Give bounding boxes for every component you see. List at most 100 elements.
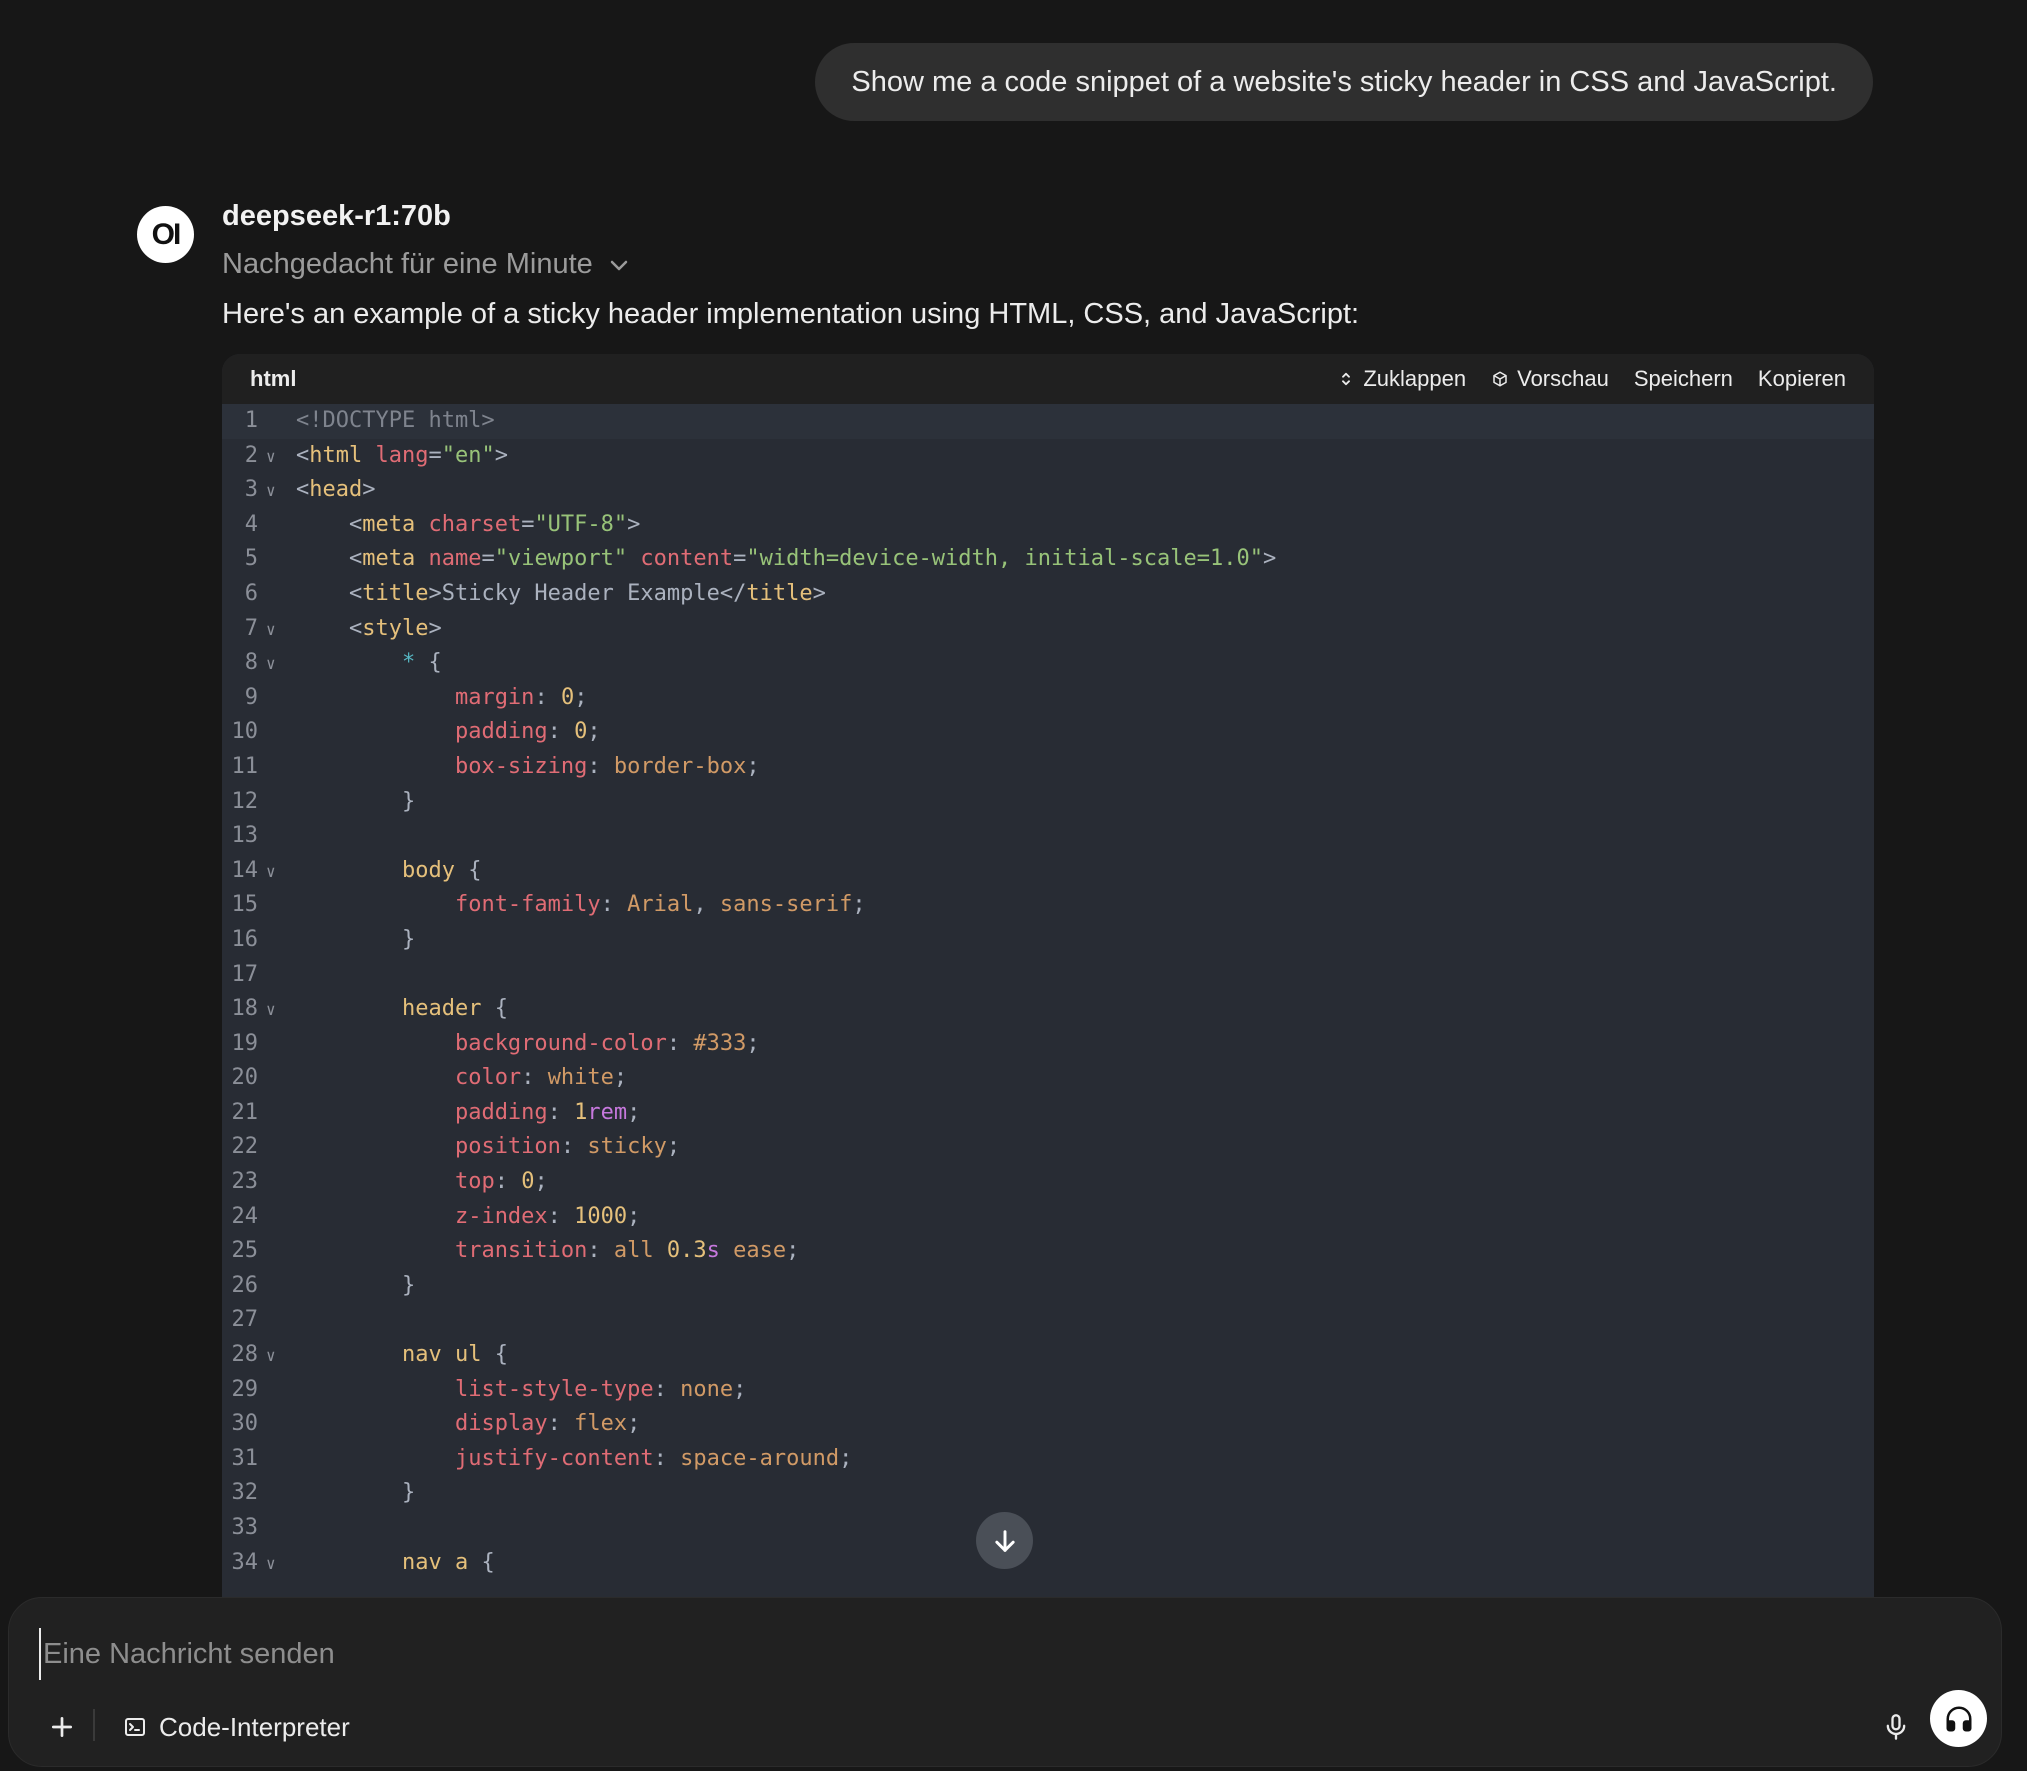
code-text: font-family: Arial, sans-serif; [296,888,866,923]
code-text: <head> [296,473,375,508]
line-number: 17 [231,961,259,987]
code-line: 28 ∨ nav ul { [222,1338,1874,1373]
fold-chevron-icon[interactable]: ∨ [266,474,276,509]
line-number: 5 [244,546,258,572]
code-token: < [296,546,363,572]
scroll-to-bottom-button[interactable] [976,1512,1033,1569]
preview-button[interactable]: Vorschau [1491,366,1609,392]
code-line: 34 ∨ nav a { [222,1546,1874,1581]
preview-label: Vorschau [1517,366,1609,391]
code-token: ; [627,1099,641,1125]
fold-chevron-icon[interactable]: ∨ [266,647,276,682]
code-token: : [547,1411,575,1437]
code-editor[interactable]: 1 <!DOCTYPE html> 2 ∨ <html lang="en"> 3 ∨ <hea… [222,404,1874,1580]
code-text: <meta name="viewport" content="width=dev… [296,542,1276,577]
code-text: display: flex; [296,1407,640,1442]
code-token: ease [733,1238,787,1264]
code-line: 22 position: sticky; [222,1130,1874,1165]
code-token: : [534,684,561,710]
code-line: 33 [222,1511,1874,1546]
line-number: 21 [231,1099,259,1125]
code-text: header { [296,992,508,1027]
fold-chevron-icon[interactable]: ∨ [266,613,276,648]
code-line: 1 <!DOCTYPE html> [222,404,1874,439]
code-text: box-sizing: border-box; [296,750,760,785]
line-number: 32 [231,1480,259,1506]
line-number: 22 [231,1134,259,1160]
copy-button[interactable]: Kopieren [1758,366,1846,392]
line-number: 15 [231,892,259,918]
code-text: nav ul { [296,1338,508,1373]
code-token: * [401,650,416,676]
code-token: : [494,1169,522,1195]
code-token: ; [666,1134,681,1160]
code-text: } [296,1269,415,1304]
code-token: ; [613,1065,628,1091]
fold-chevron-icon[interactable]: ∨ [266,1547,276,1582]
code-text: padding: 0; [296,715,601,750]
code-token: >Sticky Header Example</ [428,580,747,606]
code-line: 27 [222,1303,1874,1338]
code-text: <html lang="en"> [296,439,508,474]
code-token: = [733,546,747,572]
code-token: : [547,719,575,745]
code-token: < [296,442,310,468]
code-token: content [640,546,734,572]
code-line: 24 z-index: 1000; [222,1200,1874,1235]
code-line: 4 <meta charset="UTF-8"> [222,508,1874,543]
code-token: < [296,477,310,503]
collapse-button[interactable]: Zuklappen [1337,366,1466,392]
code-token: { [481,996,508,1022]
code-token: z-index [454,1203,548,1229]
save-button[interactable]: Speichern [1634,366,1733,392]
code-token: : [560,1134,588,1160]
model-avatar: OI [137,206,194,263]
code-text: * { [296,646,442,681]
line-number: 6 [244,580,258,606]
code-block: html Zuklappen Vorschau Speichern Kopier… [222,354,1874,1597]
code-token: : [547,1099,575,1125]
line-number: 18 [231,996,259,1022]
line-number: 11 [231,753,259,779]
line-number: 14 [231,857,259,883]
code-text: top: 0; [296,1165,548,1200]
code-token: > [812,580,826,606]
code-token: < [296,580,363,606]
code-text: <title>Sticky Header Example</title> [296,577,826,612]
code-token: ; [786,1238,800,1264]
code-token: = [428,442,442,468]
code-token: : [666,1030,694,1056]
voice-mode-button[interactable] [1930,1690,1987,1747]
add-attachment-button[interactable] [37,1702,87,1752]
code-token: ; [587,719,601,745]
fold-chevron-icon[interactable]: ∨ [266,855,276,890]
user-message-bubble: Show me a code snippet of a website's st… [815,43,1873,121]
line-number: 29 [231,1376,259,1402]
code-interpreter-button[interactable]: Code-Interpreter [123,1704,350,1750]
code-line: 7 ∨ <style> [222,612,1874,647]
thinking-toggle[interactable]: Nachgedacht für eine Minute [222,248,631,281]
code-token: flex [574,1411,628,1437]
fold-chevron-icon[interactable]: ∨ [266,440,276,475]
code-token: "width=device-width, initial-scale=1.0" [746,546,1263,572]
code-token: 1000 [574,1203,628,1229]
message-input[interactable] [39,1628,1845,1680]
fold-chevron-icon[interactable]: ∨ [266,993,276,1028]
code-token: margin [454,684,535,710]
fold-chevron-icon[interactable]: ∨ [266,1339,276,1374]
code-line: 20 color: white; [222,1061,1874,1096]
code-text: background-color: #333; [296,1027,760,1062]
code-token: box-sizing [454,753,588,779]
code-token: none [680,1376,734,1402]
line-number: 10 [231,719,259,745]
code-line: 11 box-sizing: border-box; [222,750,1874,785]
microphone-button[interactable] [1871,1702,1921,1752]
chevron-up-down-icon [1342,372,1351,386]
